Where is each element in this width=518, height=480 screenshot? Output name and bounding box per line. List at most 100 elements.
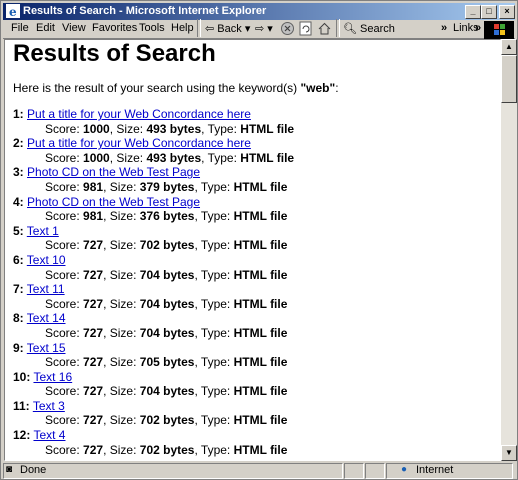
- result-size: 702 bytes: [139, 413, 195, 428]
- home-icon[interactable]: [317, 21, 332, 36]
- result-size: 704 bytes: [139, 384, 195, 399]
- search-button[interactable]: 🔍︎ Search: [343, 22, 395, 35]
- result-size: 379 bytes: [139, 179, 195, 194]
- result-link[interactable]: Text 1: [27, 224, 59, 238]
- result-link[interactable]: Text 14: [27, 311, 66, 325]
- score-label: Score:: [45, 296, 80, 311]
- result-size: 704 bytes: [139, 267, 195, 282]
- score-label: Score:: [45, 150, 80, 165]
- size-label: , Size:: [103, 355, 137, 370]
- result-title-row: 4: Photo CD on the Web Test Page: [13, 195, 500, 210]
- size-label: , Size:: [103, 325, 137, 340]
- vertical-scrollbar[interactable]: ▲ ▼: [501, 39, 517, 461]
- maximize-button[interactable]: □: [481, 5, 497, 19]
- result-meta-row: Score: 1000, Size: 493 bytes, Type: HTML…: [13, 122, 500, 137]
- size-label: , Size:: [103, 267, 137, 282]
- result-score: 727: [83, 413, 104, 428]
- menu-view[interactable]: View: [62, 22, 86, 34]
- intro-text: Here is the result of your search using …: [13, 80, 500, 96]
- size-label: , Size:: [103, 179, 137, 194]
- result-size: 704 bytes: [139, 325, 195, 340]
- result-link[interactable]: Text 10: [27, 253, 66, 267]
- menu-edit[interactable]: Edit: [36, 22, 55, 34]
- score-label: Score:: [45, 267, 80, 282]
- result-score: 981: [83, 179, 104, 194]
- result-link[interactable]: Text 3: [33, 399, 65, 413]
- result-meta-row: Score: 1000, Size: 493 bytes, Type: HTML…: [13, 151, 500, 166]
- result-type: HTML file: [233, 179, 288, 194]
- result-link[interactable]: Text 15: [27, 341, 66, 355]
- result-link[interactable]: Text 11: [27, 282, 65, 296]
- status-text: Done: [20, 464, 47, 476]
- result-link[interactable]: Photo CD on the Web Test Page: [27, 195, 200, 209]
- result-type: HTML file: [240, 121, 295, 136]
- result-link[interactable]: Text 16: [33, 370, 72, 384]
- result-title-row: 9: Text 15: [13, 341, 500, 356]
- scroll-down-icon[interactable]: ▼: [501, 445, 517, 461]
- scroll-thumb[interactable]: [501, 55, 517, 103]
- result-type: HTML file: [233, 209, 288, 224]
- result-number: 10:: [13, 369, 31, 384]
- type-label: , Type:: [194, 384, 231, 399]
- result-link[interactable]: Put a title for your Web Concordance her…: [27, 107, 251, 121]
- score-label: Score:: [45, 384, 80, 399]
- result-number: 2:: [13, 136, 24, 151]
- menu-favorites[interactable]: Favorites: [92, 22, 137, 34]
- result-type: HTML file: [233, 296, 288, 311]
- stop-icon[interactable]: [280, 21, 295, 36]
- result-title-row: 6: Text 10: [13, 253, 500, 268]
- type-label: , Type:: [194, 325, 231, 340]
- close-button[interactable]: ×: [499, 5, 515, 19]
- browser-window: e Results of Search - Microsoft Internet…: [0, 0, 518, 480]
- result-number: 3:: [13, 165, 24, 180]
- result-size: 702 bytes: [139, 442, 195, 457]
- menu-file[interactable]: File: [11, 22, 29, 34]
- result-size: 493 bytes: [146, 121, 202, 136]
- status-panel: [365, 463, 385, 479]
- title-bar[interactable]: e Results of Search - Microsoft Internet…: [3, 3, 515, 20]
- window-title: Results of Search - Microsoft Internet E…: [23, 5, 267, 17]
- size-label: , Size:: [109, 150, 144, 165]
- result-link[interactable]: Text 4: [33, 428, 65, 442]
- size-label: , Size:: [103, 296, 137, 311]
- result-number: 4:: [13, 194, 24, 209]
- results-list: 1: Put a title for your Web Concordance …: [13, 107, 500, 457]
- score-label: Score:: [45, 179, 80, 194]
- result-number: 5:: [13, 223, 24, 238]
- result-meta-row: Score: 981, Size: 379 bytes, Type: HTML …: [13, 180, 500, 195]
- intro-suffix: :: [335, 81, 339, 95]
- result-title-row: 7: Text 11: [13, 282, 500, 297]
- status-panel: [344, 463, 364, 479]
- score-label: Score:: [45, 121, 80, 136]
- forward-button[interactable]: ⇨ ▾: [255, 22, 273, 35]
- toolbar-separator: [197, 19, 201, 37]
- score-label: Score:: [45, 325, 80, 340]
- links-chevron-icon[interactable]: »: [475, 22, 481, 34]
- zone-text: Internet: [416, 464, 454, 476]
- search-label: Search: [360, 23, 395, 35]
- result-link[interactable]: Put a title for your Web Concordance her…: [27, 136, 251, 150]
- refresh-icon[interactable]: [298, 21, 313, 36]
- size-label: , Size:: [103, 238, 137, 253]
- result-meta-row: Score: 727, Size: 702 bytes, Type: HTML …: [13, 443, 500, 458]
- internet-explorer-icon: e: [6, 4, 20, 18]
- toolbar-chevron-icon[interactable]: »: [441, 22, 447, 34]
- back-button[interactable]: ⇦ Back ▾: [205, 22, 250, 35]
- page-content: Results of Search Here is the result of …: [4, 39, 501, 461]
- scroll-up-icon[interactable]: ▲: [501, 39, 517, 55]
- page-title: Results of Search: [13, 40, 216, 67]
- result-score: 727: [83, 384, 104, 399]
- back-dropdown-icon: ▾: [244, 23, 251, 35]
- result-size: 705 bytes: [139, 355, 195, 370]
- result-number: 7:: [13, 282, 24, 297]
- score-label: Score:: [45, 413, 80, 428]
- result-score: 727: [83, 267, 104, 282]
- result-meta-row: Score: 727, Size: 702 bytes, Type: HTML …: [13, 413, 500, 428]
- menu-help[interactable]: Help: [171, 22, 194, 34]
- type-label: , Type:: [201, 121, 237, 136]
- minimize-button[interactable]: _: [465, 5, 481, 19]
- result-type: HTML file: [233, 267, 288, 282]
- menu-tools[interactable]: Tools: [139, 22, 165, 34]
- result-link[interactable]: Photo CD on the Web Test Page: [27, 165, 200, 179]
- result-type: HTML file: [233, 238, 288, 253]
